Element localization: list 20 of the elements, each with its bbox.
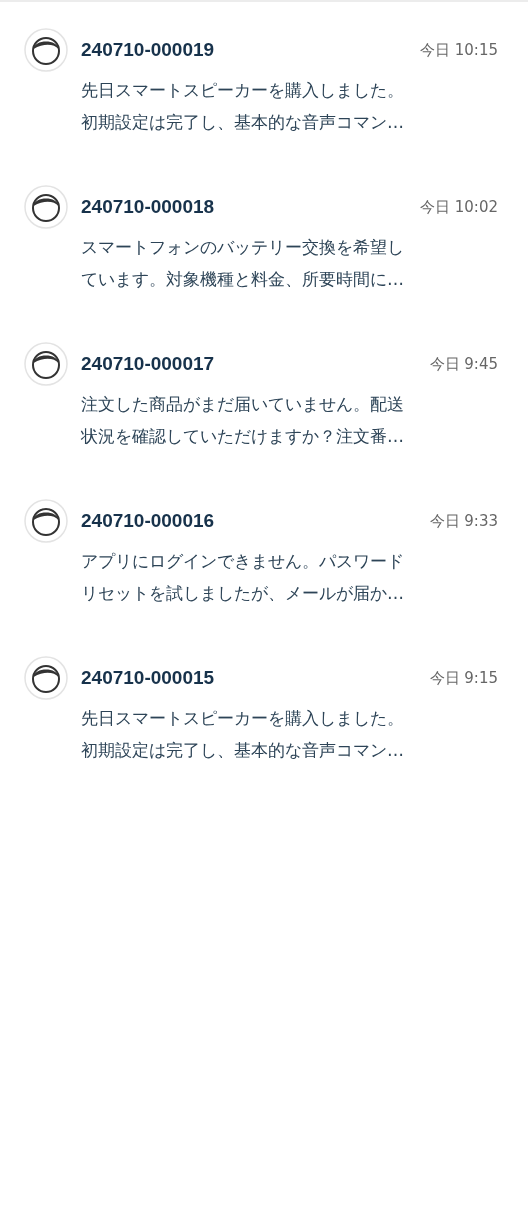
- avatar-icon: [24, 28, 68, 72]
- message-time: 今日 10:15: [420, 40, 498, 60]
- ticket-number: 240710-000016: [81, 510, 215, 532]
- message-time: 今日 10:02: [420, 197, 498, 217]
- ticket-number: 240710-000019: [81, 39, 215, 61]
- message-preview: スマートフォンのバッテリー交換を希望し ています。対象機種と料金、所要時間に…: [81, 236, 405, 291]
- message-time: 今日 9:15: [429, 668, 498, 688]
- avatar-icon: [24, 185, 68, 229]
- message-time: 今日 9:33: [429, 511, 498, 531]
- message-preview: 先日スマートスピーカーを購入しました。 初期設定は完了し、基本的な音声コマン…: [81, 79, 405, 134]
- avatar-icon: [24, 656, 68, 700]
- message-time: 今日 9:45: [429, 354, 498, 374]
- message-preview: アプリにログインできません。パスワード リセットを試しましたが、メールが届か…: [81, 550, 405, 605]
- message-preview: 注文した商品がまだ届いていません。配送 状況を確認していただけますか？注文番…: [81, 393, 405, 448]
- ticket-number: 240710-000015: [81, 667, 215, 689]
- avatar-icon: [24, 342, 68, 386]
- ticket-number: 240710-000017: [81, 353, 215, 375]
- message-preview: 先日スマートスピーカーを購入しました。 初期設定は完了し、基本的な音声コマン…: [81, 707, 405, 762]
- avatar-icon: [24, 499, 68, 543]
- ticket-number: 240710-000018: [81, 196, 215, 218]
